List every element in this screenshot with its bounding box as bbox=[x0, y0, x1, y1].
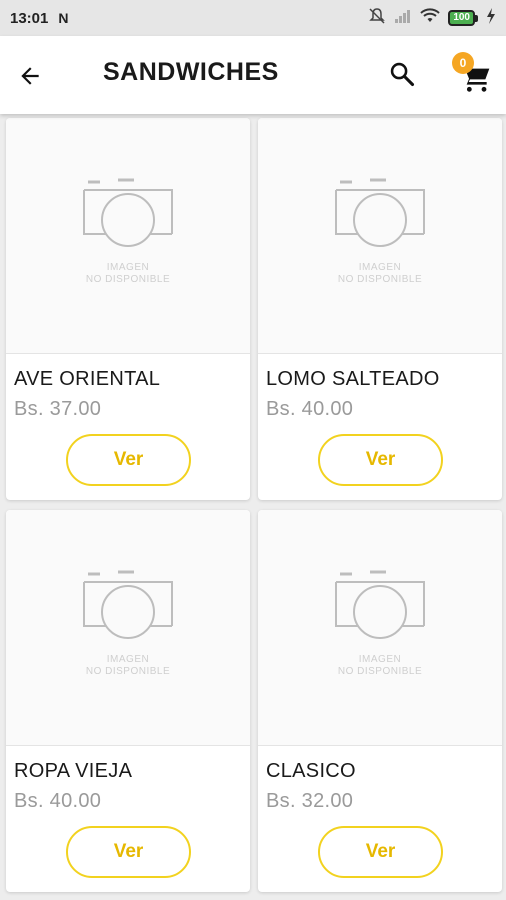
page-title: SANDWICHES bbox=[103, 58, 279, 86]
product-card[interactable]: IMAGEN NO DISPONIBLE ROPA VIEJA Bs. 40.0… bbox=[6, 510, 250, 892]
product-card[interactable]: IMAGEN NO DISPONIBLE LOMO SALTEADO Bs. 4… bbox=[258, 118, 502, 500]
product-price: Bs. 40.00 bbox=[14, 790, 102, 812]
product-card[interactable]: IMAGEN NO DISPONIBLE CLASICO Bs. 32.00 V… bbox=[258, 510, 502, 892]
image-unavailable-text: IMAGEN NO DISPONIBLE bbox=[338, 654, 422, 678]
camera-placeholder-icon bbox=[83, 178, 173, 247]
placeholder-line2: NO DISPONIBLE bbox=[337, 273, 423, 285]
product-image-placeholder: IMAGEN NO DISPONIBLE bbox=[6, 510, 250, 746]
view-button[interactable]: Ver bbox=[318, 826, 443, 878]
product-grid: IMAGEN NO DISPONIBLE AVE ORIENTAL Bs. 37… bbox=[6, 118, 502, 892]
image-unavailable-text: IMAGEN NO DISPONIBLE bbox=[86, 654, 170, 678]
placeholder-line1: IMAGEN bbox=[358, 261, 402, 273]
notification-n-icon: N bbox=[58, 10, 69, 26]
product-name: ROPA VIEJA bbox=[14, 760, 133, 782]
camera-placeholder-icon bbox=[335, 178, 425, 247]
view-button[interactable]: Ver bbox=[66, 434, 191, 486]
camera-placeholder-icon bbox=[83, 570, 173, 639]
product-name: LOMO SALTEADO bbox=[266, 368, 440, 390]
view-button[interactable]: Ver bbox=[66, 826, 191, 878]
placeholder-line1: IMAGEN bbox=[106, 261, 150, 273]
wifi-icon bbox=[420, 8, 441, 28]
view-button[interactable]: Ver bbox=[318, 434, 443, 486]
app-bar: SANDWICHES 0 bbox=[0, 36, 506, 114]
mute-icon bbox=[368, 7, 386, 29]
status-bar: 13:01 N 100 bbox=[0, 0, 506, 36]
search-icon bbox=[390, 62, 415, 87]
placeholder-line1: IMAGEN bbox=[358, 653, 402, 665]
status-time: 13:01 bbox=[10, 9, 49, 27]
placeholder-line2: NO DISPONIBLE bbox=[337, 665, 423, 677]
status-icons: 100 bbox=[368, 7, 496, 29]
product-price: Bs. 37.00 bbox=[14, 398, 102, 420]
search-button[interactable] bbox=[386, 58, 418, 90]
placeholder-line1: IMAGEN bbox=[106, 653, 150, 665]
battery-icon: 100 bbox=[448, 10, 478, 26]
battery-level: 100 bbox=[448, 10, 475, 26]
battery-tip bbox=[475, 14, 478, 22]
product-image-placeholder: IMAGEN NO DISPONIBLE bbox=[258, 118, 502, 354]
product-name: AVE ORIENTAL bbox=[14, 368, 161, 390]
cart-count-badge: 0 bbox=[452, 52, 474, 74]
image-unavailable-text: IMAGEN NO DISPONIBLE bbox=[86, 262, 170, 286]
camera-placeholder-icon bbox=[335, 570, 425, 639]
back-button[interactable] bbox=[14, 60, 46, 92]
image-unavailable-text: IMAGEN NO DISPONIBLE bbox=[338, 262, 422, 286]
product-price: Bs. 32.00 bbox=[266, 790, 354, 812]
back-arrow-icon bbox=[21, 67, 39, 85]
product-image-placeholder: IMAGEN NO DISPONIBLE bbox=[6, 118, 250, 354]
product-name: CLASICO bbox=[266, 760, 356, 782]
placeholder-line2: NO DISPONIBLE bbox=[85, 273, 171, 285]
charging-icon bbox=[486, 8, 496, 28]
placeholder-line2: NO DISPONIBLE bbox=[85, 665, 171, 677]
signal-icon bbox=[394, 8, 412, 28]
product-price: Bs. 40.00 bbox=[266, 398, 354, 420]
product-image-placeholder: IMAGEN NO DISPONIBLE bbox=[258, 510, 502, 746]
product-card[interactable]: IMAGEN NO DISPONIBLE AVE ORIENTAL Bs. 37… bbox=[6, 118, 250, 500]
